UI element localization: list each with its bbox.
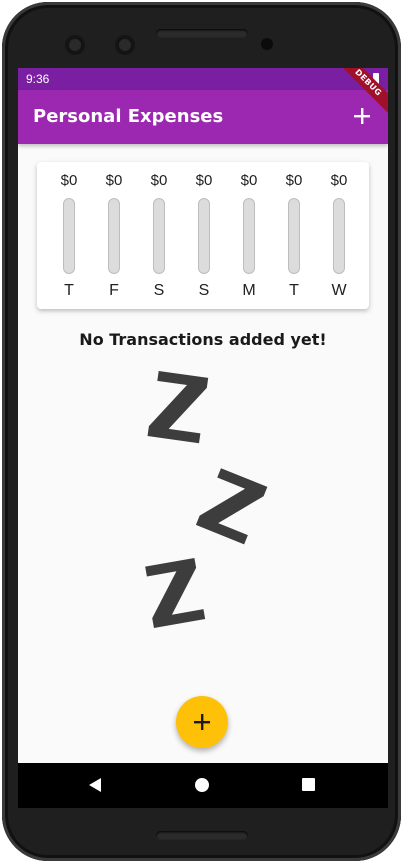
bar-track <box>288 198 300 274</box>
status-time: 9:36 <box>26 72 50 86</box>
system-nav-bar <box>18 763 388 808</box>
bar-amount-label: $0 <box>285 172 303 189</box>
chart-bar-column: $0 T <box>49 172 89 302</box>
bar-day-label: W <box>331 282 347 299</box>
bottom-speaker <box>156 831 248 840</box>
bar-amount-label: $0 <box>60 172 78 189</box>
chart-bar-column: $0 S <box>184 172 224 302</box>
bar-day-label: S <box>198 282 210 299</box>
bar-amount-label: $0 <box>330 172 348 189</box>
bar-track <box>108 198 120 274</box>
home-circle-icon[interactable] <box>195 778 209 792</box>
add-icon <box>354 108 370 124</box>
bar-track <box>198 198 210 274</box>
bar-track <box>153 198 165 274</box>
bar-amount-label: $0 <box>105 172 123 189</box>
back-triangle-icon[interactable] <box>88 777 102 793</box>
front-sensor-icon <box>115 35 135 55</box>
bar-amount-label: $0 <box>150 172 168 189</box>
bar-track <box>243 198 255 274</box>
bar-day-label: S <box>153 282 165 299</box>
bar-track <box>333 198 345 274</box>
chart-bar-column: $0 S <box>139 172 179 302</box>
app-title: Personal Expenses <box>33 106 224 127</box>
add-transaction-button[interactable] <box>348 102 376 130</box>
screen: 9:36 Personal Expenses DEBUG $0 T $0 F $0 S $0… <box>18 68 388 808</box>
bar-day-label: T <box>64 282 74 299</box>
sleeping-zzz-image <box>145 370 268 629</box>
chart-bar-column: $0 M <box>229 172 269 302</box>
bar-day-label: F <box>109 282 119 299</box>
proximity-sensor-icon <box>261 38 273 50</box>
chart-bars: $0 T $0 F $0 S $0 S $0 M $0 T $0 W <box>49 172 359 302</box>
device-frame: 9:36 Personal Expenses DEBUG $0 T $0 F $0 S $0… <box>0 0 405 867</box>
bar-day-label: M <box>242 282 256 299</box>
empty-state-message: No Transactions added yet! <box>79 330 327 349</box>
chart-bar-column: $0 F <box>94 172 134 302</box>
bar-amount-label: $0 <box>240 172 258 189</box>
front-camera-icon <box>65 35 85 55</box>
weekly-chart-card: $0 T $0 F $0 S $0 S $0 M $0 T $0 W <box>37 162 369 309</box>
add-icon <box>194 714 210 730</box>
bar-day-label: T <box>289 282 299 299</box>
bar-amount-label: $0 <box>195 172 213 189</box>
top-speaker <box>156 29 248 38</box>
status-bar: 9:36 <box>18 68 388 90</box>
add-transaction-fab[interactable] <box>176 696 228 748</box>
recents-square-icon[interactable] <box>302 778 315 791</box>
bar-track <box>63 198 75 274</box>
chart-bar-column: $0 W <box>319 172 359 302</box>
chart-bar-column: $0 T <box>274 172 314 302</box>
app-bar: Personal Expenses <box>18 90 388 144</box>
